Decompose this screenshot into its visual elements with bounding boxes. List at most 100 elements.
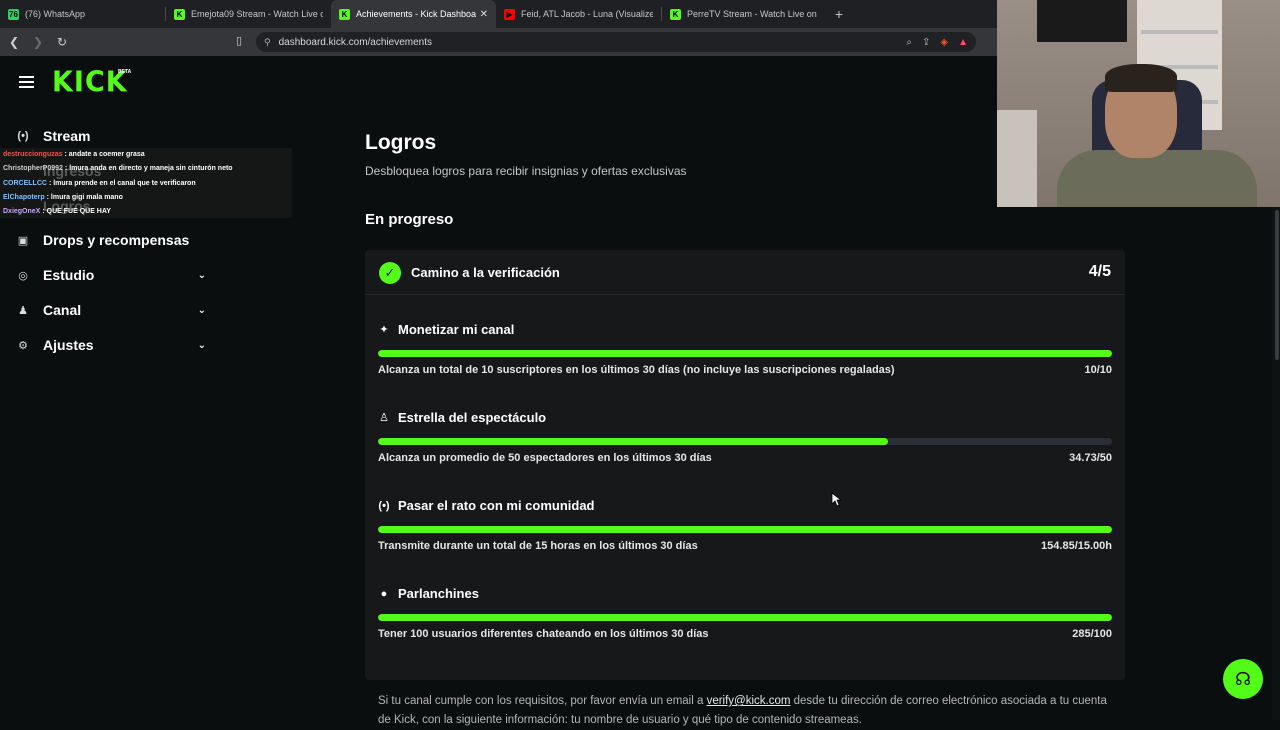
- chat-username: ElChapoterp: [3, 193, 45, 201]
- section-heading: En progreso: [365, 211, 454, 228]
- gear-icon: ⚙: [18, 339, 28, 352]
- achievement-task: ♙ Estrella del espectáculo Alcanza un prom…: [378, 410, 1112, 490]
- chevron-down-icon[interactable]: ⌄: [198, 270, 206, 281]
- sidebar-item-canal[interactable]: ♟ Canal ⌄: [16, 297, 206, 323]
- achievement-task: ✦ Monetizar mi canal Alcanza un total de 1…: [378, 322, 1112, 402]
- sidebar-item-ajustes[interactable]: ⚙ Ajustes ⌄: [16, 332, 206, 358]
- scrollbar-thumb[interactable]: [1275, 210, 1279, 360]
- sidebar-item-stream[interactable]: (•) Stream: [16, 123, 206, 149]
- chat-username: CORCELLCC: [3, 179, 47, 187]
- chat-text: : QUE FUE QUE HAY: [42, 208, 111, 216]
- zoom-icon[interactable]: ⌕: [906, 37, 912, 48]
- chat-message: ChristopherP0992: lmura anda en directo …: [3, 165, 233, 172]
- kick-logo[interactable]: KICK: [52, 66, 128, 99]
- chat-bubble-icon: ●: [380, 587, 388, 600]
- task-name: ♙ Estrella del espectáculo: [378, 410, 546, 425]
- chat-message: DxiegOneX: QUE FUE QUE HAY: [3, 208, 111, 215]
- headset-icon: ☊: [1235, 668, 1251, 689]
- chat-username: DxiegOneX: [3, 208, 41, 216]
- bookmark-icon[interactable]: ▯: [236, 34, 242, 47]
- task-progress-value: 154.85/15.00h: [1041, 540, 1112, 552]
- sidebar-item-drops[interactable]: ▣ Drops y recompensas: [16, 227, 206, 253]
- share-icon[interactable]: ⇪: [922, 37, 930, 48]
- tab-favicon-icon: K: [670, 8, 681, 20]
- sidebar-item-estudio[interactable]: ◎ Estudio ⌄: [16, 262, 206, 288]
- tab-title: Achievements - Kick Dashboard: [356, 9, 476, 19]
- browser-tab[interactable]: K Achievements - Kick Dashboard ✕: [331, 0, 496, 28]
- task-title: Parlanchines: [398, 586, 479, 601]
- sidebar-item-label: Estudio: [43, 267, 95, 283]
- task-description: Tener 100 usuarios diferentes chateando …: [378, 628, 709, 640]
- url-text: dashboard.kick.com/achievements: [278, 36, 433, 48]
- progress-bar: [378, 438, 1112, 445]
- brave-rewards-icon[interactable]: ▲: [958, 37, 968, 48]
- note-text: Si tu canal cumple con los requisitos, p…: [378, 695, 707, 707]
- sparkle-icon: ✦: [379, 324, 389, 336]
- task-progress-value: 285/100: [1072, 628, 1112, 640]
- channel-icon: ♟: [18, 304, 28, 317]
- task-progress-value: 10/10: [1084, 364, 1112, 376]
- tab-title: Feid, ATL Jacob - Luna (Visualizer) - Y: [521, 9, 653, 19]
- achievement-task: ● Parlanchines Tener 100 usuarios diferent…: [378, 586, 1112, 666]
- verified-check-icon: ✓: [379, 262, 401, 284]
- mouse-cursor-icon: [831, 492, 841, 507]
- chat-message: CORCELLCC: lmura prende en el canal que …: [3, 180, 196, 187]
- tab-title: (76) WhatsApp: [25, 9, 86, 19]
- browser-tab[interactable]: ▶ Feid, ATL Jacob - Luna (Visualizer) - Y: [496, 0, 661, 28]
- chat-text: : lmura anda en directo y maneja sin cin…: [64, 165, 233, 173]
- studio-icon: ◎: [18, 269, 28, 282]
- chat-username: ChristopherP0992: [3, 165, 63, 173]
- chevron-down-icon[interactable]: ⌄: [198, 305, 206, 316]
- webcam-overlay: [997, 0, 1280, 207]
- task-description: Alcanza un total de 10 suscriptores en l…: [378, 364, 895, 376]
- chat-message: ElChapoterp: lmura gigi mala mano: [3, 194, 123, 201]
- browser-toolbar: ❮ ❯ ↻ ▯ ⚲ dashboard.kick.com/achievement…: [0, 28, 1000, 56]
- task-title: Pasar el rato con mi comunidad: [398, 498, 595, 513]
- reload-icon[interactable]: ↻: [52, 35, 72, 49]
- chat-text: : lmura prende en el canal que te verifi…: [48, 179, 196, 187]
- browser-tab[interactable]: K Emejota09 Stream - Watch Live on Ki: [166, 0, 331, 28]
- page-title: Logros: [365, 131, 437, 154]
- achievement-count: 4/5: [1088, 263, 1111, 280]
- sidebar-item-label: Drops y recompensas: [43, 232, 190, 248]
- chat-username: destruccionguzas: [3, 151, 63, 158]
- verify-email-link[interactable]: verify@kick.com: [707, 695, 791, 707]
- chat-overlay: destruccionguzas: andate a coemer grasa C…: [0, 148, 292, 220]
- progress-fill: [378, 438, 888, 445]
- sidebar-item-label: Ajustes: [43, 337, 94, 353]
- task-progress-value: 34.73/50: [1069, 452, 1112, 464]
- site-info-icon[interactable]: ⚲: [264, 37, 271, 48]
- verification-note: Si tu canal cumple con los requisitos, p…: [378, 692, 1112, 730]
- broadcast-icon: (•): [378, 499, 390, 512]
- menu-icon[interactable]: [19, 76, 34, 88]
- close-tab-icon[interactable]: ✕: [480, 9, 488, 20]
- browser-tab[interactable]: K PerreTV Stream - Watch Live on Kick: [662, 0, 827, 28]
- chevron-down-icon[interactable]: ⌄: [198, 340, 206, 351]
- brave-shield-icon[interactable]: ◈: [940, 37, 948, 48]
- address-bar[interactable]: ⚲ dashboard.kick.com/achievements ⌕ ⇪ ◈ …: [256, 32, 976, 52]
- progress-bar: [378, 350, 1112, 357]
- chat-message: destruccionguzas: andate a coemer grasa: [3, 151, 145, 158]
- gift-icon: ▣: [17, 234, 29, 247]
- page-subtitle: Desbloquea logros para recibir insignias…: [365, 164, 687, 178]
- progress-fill: [378, 614, 1112, 621]
- achievement-card-header[interactable]: ✓ Camino a la verificación 4/5: [365, 250, 1125, 295]
- support-chat-button[interactable]: ☊: [1223, 659, 1263, 699]
- tab-title: Emejota09 Stream - Watch Live on Ki: [191, 9, 323, 19]
- achievement-card: ✓ Camino a la verificación 4/5 ✦ Monetiza…: [365, 250, 1125, 726]
- progress-fill: [378, 350, 1112, 357]
- tab-favicon-icon: K: [174, 8, 185, 20]
- sidebar-item-label: Stream: [43, 128, 91, 144]
- chat-text: : andate a coemer grasa: [64, 151, 145, 158]
- browser-tab[interactable]: 76 (76) WhatsApp: [0, 0, 165, 28]
- task-description: Alcanza un promedio de 50 espectadores e…: [378, 452, 712, 464]
- back-icon[interactable]: ❮: [4, 35, 24, 49]
- tab-favicon-icon: ▶: [504, 8, 515, 20]
- forward-icon[interactable]: ❯: [28, 35, 48, 49]
- task-name: ✦ Monetizar mi canal: [378, 322, 514, 337]
- task-description: Transmite durante un total de 15 horas e…: [378, 540, 698, 552]
- browser-tab-bar: 76 (76) WhatsApp K Emejota09 Stream - Watch…: [0, 0, 1000, 28]
- progress-bar: [378, 614, 1112, 621]
- progress-fill: [378, 526, 1112, 533]
- new-tab-button[interactable]: +: [827, 6, 851, 22]
